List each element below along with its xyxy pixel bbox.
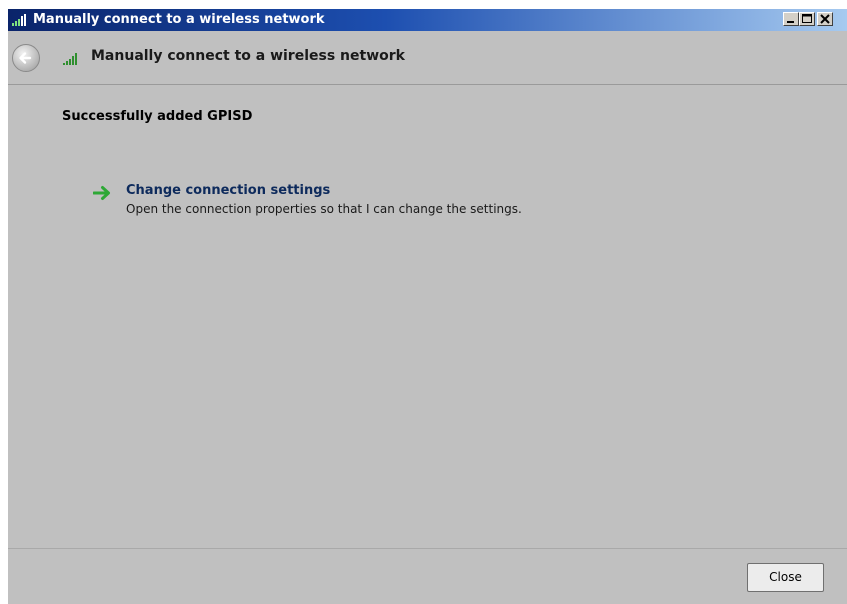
close-button[interactable]: Close xyxy=(747,563,824,592)
close-window-button[interactable] xyxy=(817,12,833,26)
dialog-window: Manually connect to a wireless network M… xyxy=(8,9,847,604)
maximize-icon xyxy=(802,14,812,23)
green-arrow-icon xyxy=(93,186,110,200)
option-title: Change connection settings xyxy=(126,183,331,198)
title-bar[interactable]: Manually connect to a wireless network xyxy=(8,9,847,31)
minimize-button[interactable] xyxy=(783,12,799,26)
main-content: Successfully added GPISD Change connecti… xyxy=(8,85,847,549)
wireless-signal-icon xyxy=(63,53,77,65)
page-title: Manually connect to a wireless network xyxy=(91,48,405,64)
maximize-button[interactable] xyxy=(799,12,815,26)
dialog-footer: Close xyxy=(8,549,847,604)
navigation-bar: Manually connect to a wireless network xyxy=(8,31,847,85)
status-message: Successfully added GPISD xyxy=(62,109,253,124)
option-description: Open the connection properties so that I… xyxy=(126,202,522,216)
close-icon xyxy=(820,14,830,24)
change-connection-settings-link[interactable]: Change connection settings Open the conn… xyxy=(93,181,693,226)
back-arrow-icon[interactable] xyxy=(11,43,41,73)
wireless-signal-icon xyxy=(12,14,26,26)
minimize-icon xyxy=(787,21,794,23)
window-title: Manually connect to a wireless network xyxy=(33,12,325,27)
